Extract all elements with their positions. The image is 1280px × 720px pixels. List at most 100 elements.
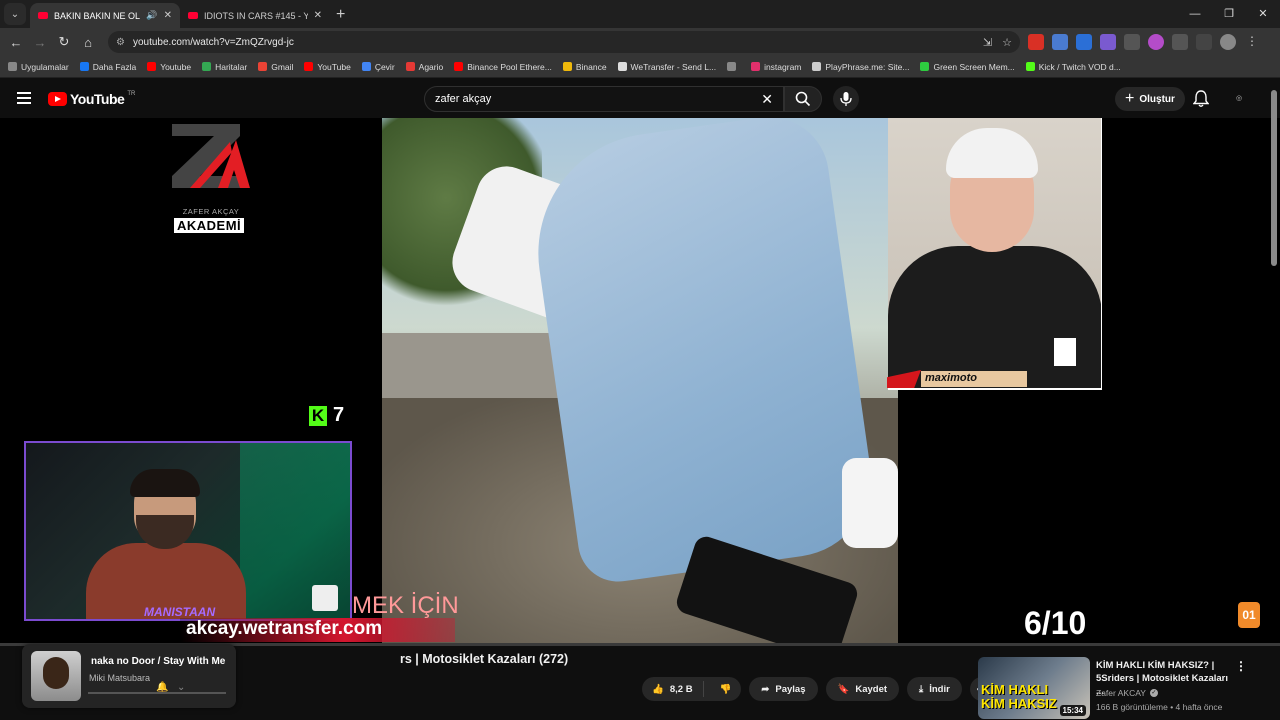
bookmark-item[interactable]: PlayPhrase.me: Site...: [812, 62, 909, 72]
logo-name: ZAFER AKÇAY: [182, 207, 240, 216]
bookmark-label: PlayPhrase.me: Site...: [825, 61, 910, 72]
extension-icon[interactable]: [1100, 34, 1116, 50]
notifications-bell-icon[interactable]: [1192, 90, 1210, 113]
kick-counter: K 7: [309, 404, 344, 427]
bookmark-item[interactable]: Gmail: [258, 62, 293, 72]
bookmark-label: Çevir: [374, 61, 395, 72]
share-label: Paylaş: [775, 683, 806, 695]
profile-avatar[interactable]: [1220, 34, 1236, 50]
bookmark-item[interactable]: Haritalar: [202, 62, 247, 72]
reload-icon[interactable]: ↻: [52, 34, 76, 50]
bookmark-favicon-icon: [812, 62, 822, 71]
save-button[interactable]: 🔖 Kaydet: [825, 677, 900, 701]
search-button[interactable]: [784, 86, 822, 112]
page-scrollbar[interactable]: [1271, 90, 1277, 266]
search-query[interactable]: zafer akçay: [435, 93, 761, 105]
tab-second[interactable]: IDIOTS IN CARS #145 - YouTube ✕: [180, 3, 330, 28]
dislike-button[interactable]: 👎: [710, 684, 742, 695]
bookmark-item[interactable]: Green Screen Mem...: [920, 62, 1015, 72]
youtube-favicon: [38, 12, 48, 19]
install-app-icon[interactable]: ⇲: [983, 36, 992, 49]
bookmark-label: Daha Fazla: [92, 61, 137, 72]
album-art: [31, 651, 81, 701]
wetransfer-caption: MEK İÇİN akcay.wetransfer.com: [180, 592, 460, 642]
extension-icon[interactable]: [1124, 34, 1140, 50]
close-tab-icon[interactable]: ✕: [314, 10, 322, 21]
omnibox[interactable]: ⚙ youtube.com/watch?v=ZmQZrvgd-jc ⇲ ☆: [108, 31, 1020, 53]
extension-icon[interactable]: [1076, 34, 1092, 50]
clear-search-icon[interactable]: ✕: [761, 91, 773, 108]
kick-logo-icon: K: [309, 405, 327, 426]
commentator-camera: [888, 118, 1102, 390]
home-icon[interactable]: ⌂: [76, 35, 100, 50]
create-button[interactable]: + Oluştur: [1115, 87, 1185, 111]
media-icon[interactable]: [1196, 34, 1212, 50]
sponsor-logo-icon: [887, 370, 921, 388]
bookmark-favicon-icon: [617, 62, 627, 71]
url-text[interactable]: youtube.com/watch?v=ZmQZrvgd-jc: [133, 37, 973, 48]
bookmark-item[interactable]: Daha Fazla: [79, 61, 137, 72]
related-video[interactable]: KİM HAKLI KİM HAKSIZ 15:34 KİM HAKLI KİM…: [978, 657, 1278, 719]
translate-icon[interactable]: [1052, 34, 1068, 50]
bookmark-label: Haritalar: [215, 61, 248, 72]
share-button[interactable]: ➦ Paylaş: [749, 677, 818, 701]
zafer-akcay-logo: ZAFER AKÇAY AKADEMİ: [170, 122, 252, 235]
restore-icon[interactable]: ❐: [1212, 0, 1246, 28]
download-button[interactable]: ⤓ İndir: [907, 677, 962, 701]
star-icon[interactable]: ☆: [1002, 36, 1012, 49]
caption-text: MEK İÇİN: [352, 592, 459, 619]
tab-active[interactable]: BAKIN BAKIN NE OLUYOR? 🔊 ✕: [30, 3, 180, 28]
forward-icon[interactable]: →: [28, 35, 52, 50]
back-icon[interactable]: ←: [4, 35, 28, 50]
bookmark-favicon-icon: [727, 62, 737, 71]
motorcycle-clip: [382, 118, 898, 643]
youtube-header: YouTube TR zafer akçay ✕ + Oluştur ◎: [0, 80, 1280, 118]
puzzle-icon[interactable]: [1172, 34, 1188, 50]
bookmark-item[interactable]: Agario: [405, 62, 443, 72]
microphone-icon: [840, 92, 852, 106]
bookmark-item[interactable]: YouTube: [304, 61, 351, 72]
bookmark-item[interactable]: [727, 62, 740, 71]
plus-icon: +: [1125, 90, 1135, 107]
related-thumbnail[interactable]: KİM HAKLI KİM HAKSIZ 15:34: [978, 657, 1090, 719]
close-window-icon[interactable]: ✕: [1246, 0, 1280, 28]
save-label: Kaydet: [855, 683, 888, 695]
more-vertical-icon[interactable]: ⋮: [1235, 659, 1247, 673]
extension-icon[interactable]: [1028, 34, 1044, 50]
mini-player[interactable]: naka no Door / Stay With Me Miki Matsuba…: [22, 644, 236, 708]
minimize-icon[interactable]: —: [1178, 0, 1212, 28]
bookmark-favicon-icon: [361, 62, 371, 71]
like-button[interactable]: 👍 8,2 B: [642, 681, 704, 697]
kebab-menu-icon[interactable]: ⋮: [1244, 34, 1260, 50]
youtube-play-icon: [48, 92, 67, 106]
mini-progress[interactable]: [88, 692, 226, 694]
wetransfer-url: akcay.wetransfer.com: [180, 618, 455, 642]
bookmark-item[interactable]: Youtube: [147, 62, 191, 72]
speaker-icon[interactable]: 🔊: [146, 10, 157, 21]
youtube-logo[interactable]: YouTube TR: [48, 91, 135, 107]
bookmark-label: YouTube: [317, 61, 351, 72]
bookmark-item[interactable]: Kick / Twitch VOD d...: [1025, 62, 1121, 72]
bookmark-item[interactable]: Uygulamalar: [8, 62, 69, 72]
close-tab-icon[interactable]: ✕: [164, 10, 172, 21]
video-player[interactable]: ZAFER AKÇAY AKADEMİ K 7 MANISTAAN maximo…: [0, 118, 1280, 643]
subscribe-watermark[interactable]: 01: [1238, 602, 1260, 628]
kick-count: 7: [333, 404, 345, 426]
bookmark-item[interactable]: Binance: [562, 62, 607, 72]
sponsor-name: maximoto: [921, 371, 1027, 387]
bookmark-item[interactable]: WeTransfer - Send L...: [617, 61, 717, 72]
bookmark-item[interactable]: Binance Pool Ethere...: [454, 62, 552, 72]
related-channel[interactable]: Zafer AKCAY ✓: [1096, 688, 1158, 698]
search-input[interactable]: zafer akçay ✕: [424, 86, 784, 112]
bookmark-item[interactable]: Çevir: [361, 61, 395, 72]
voice-search-button[interactable]: [833, 86, 859, 112]
tab-search-button[interactable]: ⌄: [4, 3, 26, 25]
menu-icon[interactable]: [17, 92, 31, 104]
extension-icon[interactable]: [1148, 34, 1164, 50]
browser-tab-bar: ⌄ BAKIN BAKIN NE OLUYOR? 🔊 ✕ IDIOTS IN C…: [0, 0, 1280, 28]
bookmark-label: WeTransfer - Send L...: [630, 61, 717, 72]
account-avatar[interactable]: ◎: [1229, 90, 1249, 108]
new-tab-button[interactable]: +: [336, 6, 345, 24]
site-info-icon[interactable]: ⚙: [116, 37, 125, 48]
bookmark-item[interactable]: instagram: [751, 62, 801, 72]
